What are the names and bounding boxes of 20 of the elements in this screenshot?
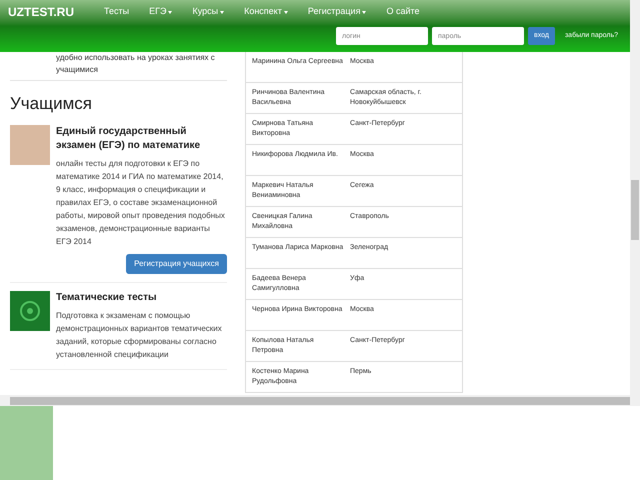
photo-placeholder <box>10 124 50 164</box>
intro-text: удобно использовать на уроках занятиях с учащимися <box>56 52 216 76</box>
card-title[interactable]: Единый государственный экзамен (ЕГЭ) по математике <box>56 124 227 152</box>
register-button[interactable]: Регистрация учащихся <box>126 254 227 274</box>
scrollbar-thumb[interactable] <box>10 396 630 404</box>
nav-link[interactable]: Тесты <box>104 5 130 19</box>
card-title[interactable]: Тематические тесты <box>56 290 227 304</box>
nav-link[interactable]: ЕГЭ <box>149 5 166 19</box>
site-logo[interactable]: UZTEST.RU <box>8 3 74 21</box>
nav-link[interactable]: О сайте <box>386 5 420 19</box>
card-description: онлайн тесты для подготовки к ЕГЭ по математике 2014 и ГИА по математике 2014, 9 класс, информация о спецификации и правилах ЕГЭ, о составе экзаменационной работы, мировой опыт проведения подобных экзаменов, демонстрационные варианты ЕГЭ 2014 <box>56 158 226 248</box>
nav-link[interactable]: Курсы <box>192 5 218 19</box>
horizontal-scrollbar[interactable] <box>0 395 640 406</box>
nav-link[interactable]: Регистрация <box>308 5 360 19</box>
scrollbar-thumb[interactable] <box>631 180 639 240</box>
vertical-scrollbar[interactable] <box>630 0 640 395</box>
card-description: Подготовка к экзаменам с помощью демонстрационных вариантов тематических заданий, которые сформированы согласно установленной спецификации <box>56 310 223 360</box>
circuit-pattern-icon <box>10 290 50 330</box>
section-heading: Учащимся <box>10 93 93 115</box>
nav-link[interactable]: Конспект <box>244 5 282 19</box>
